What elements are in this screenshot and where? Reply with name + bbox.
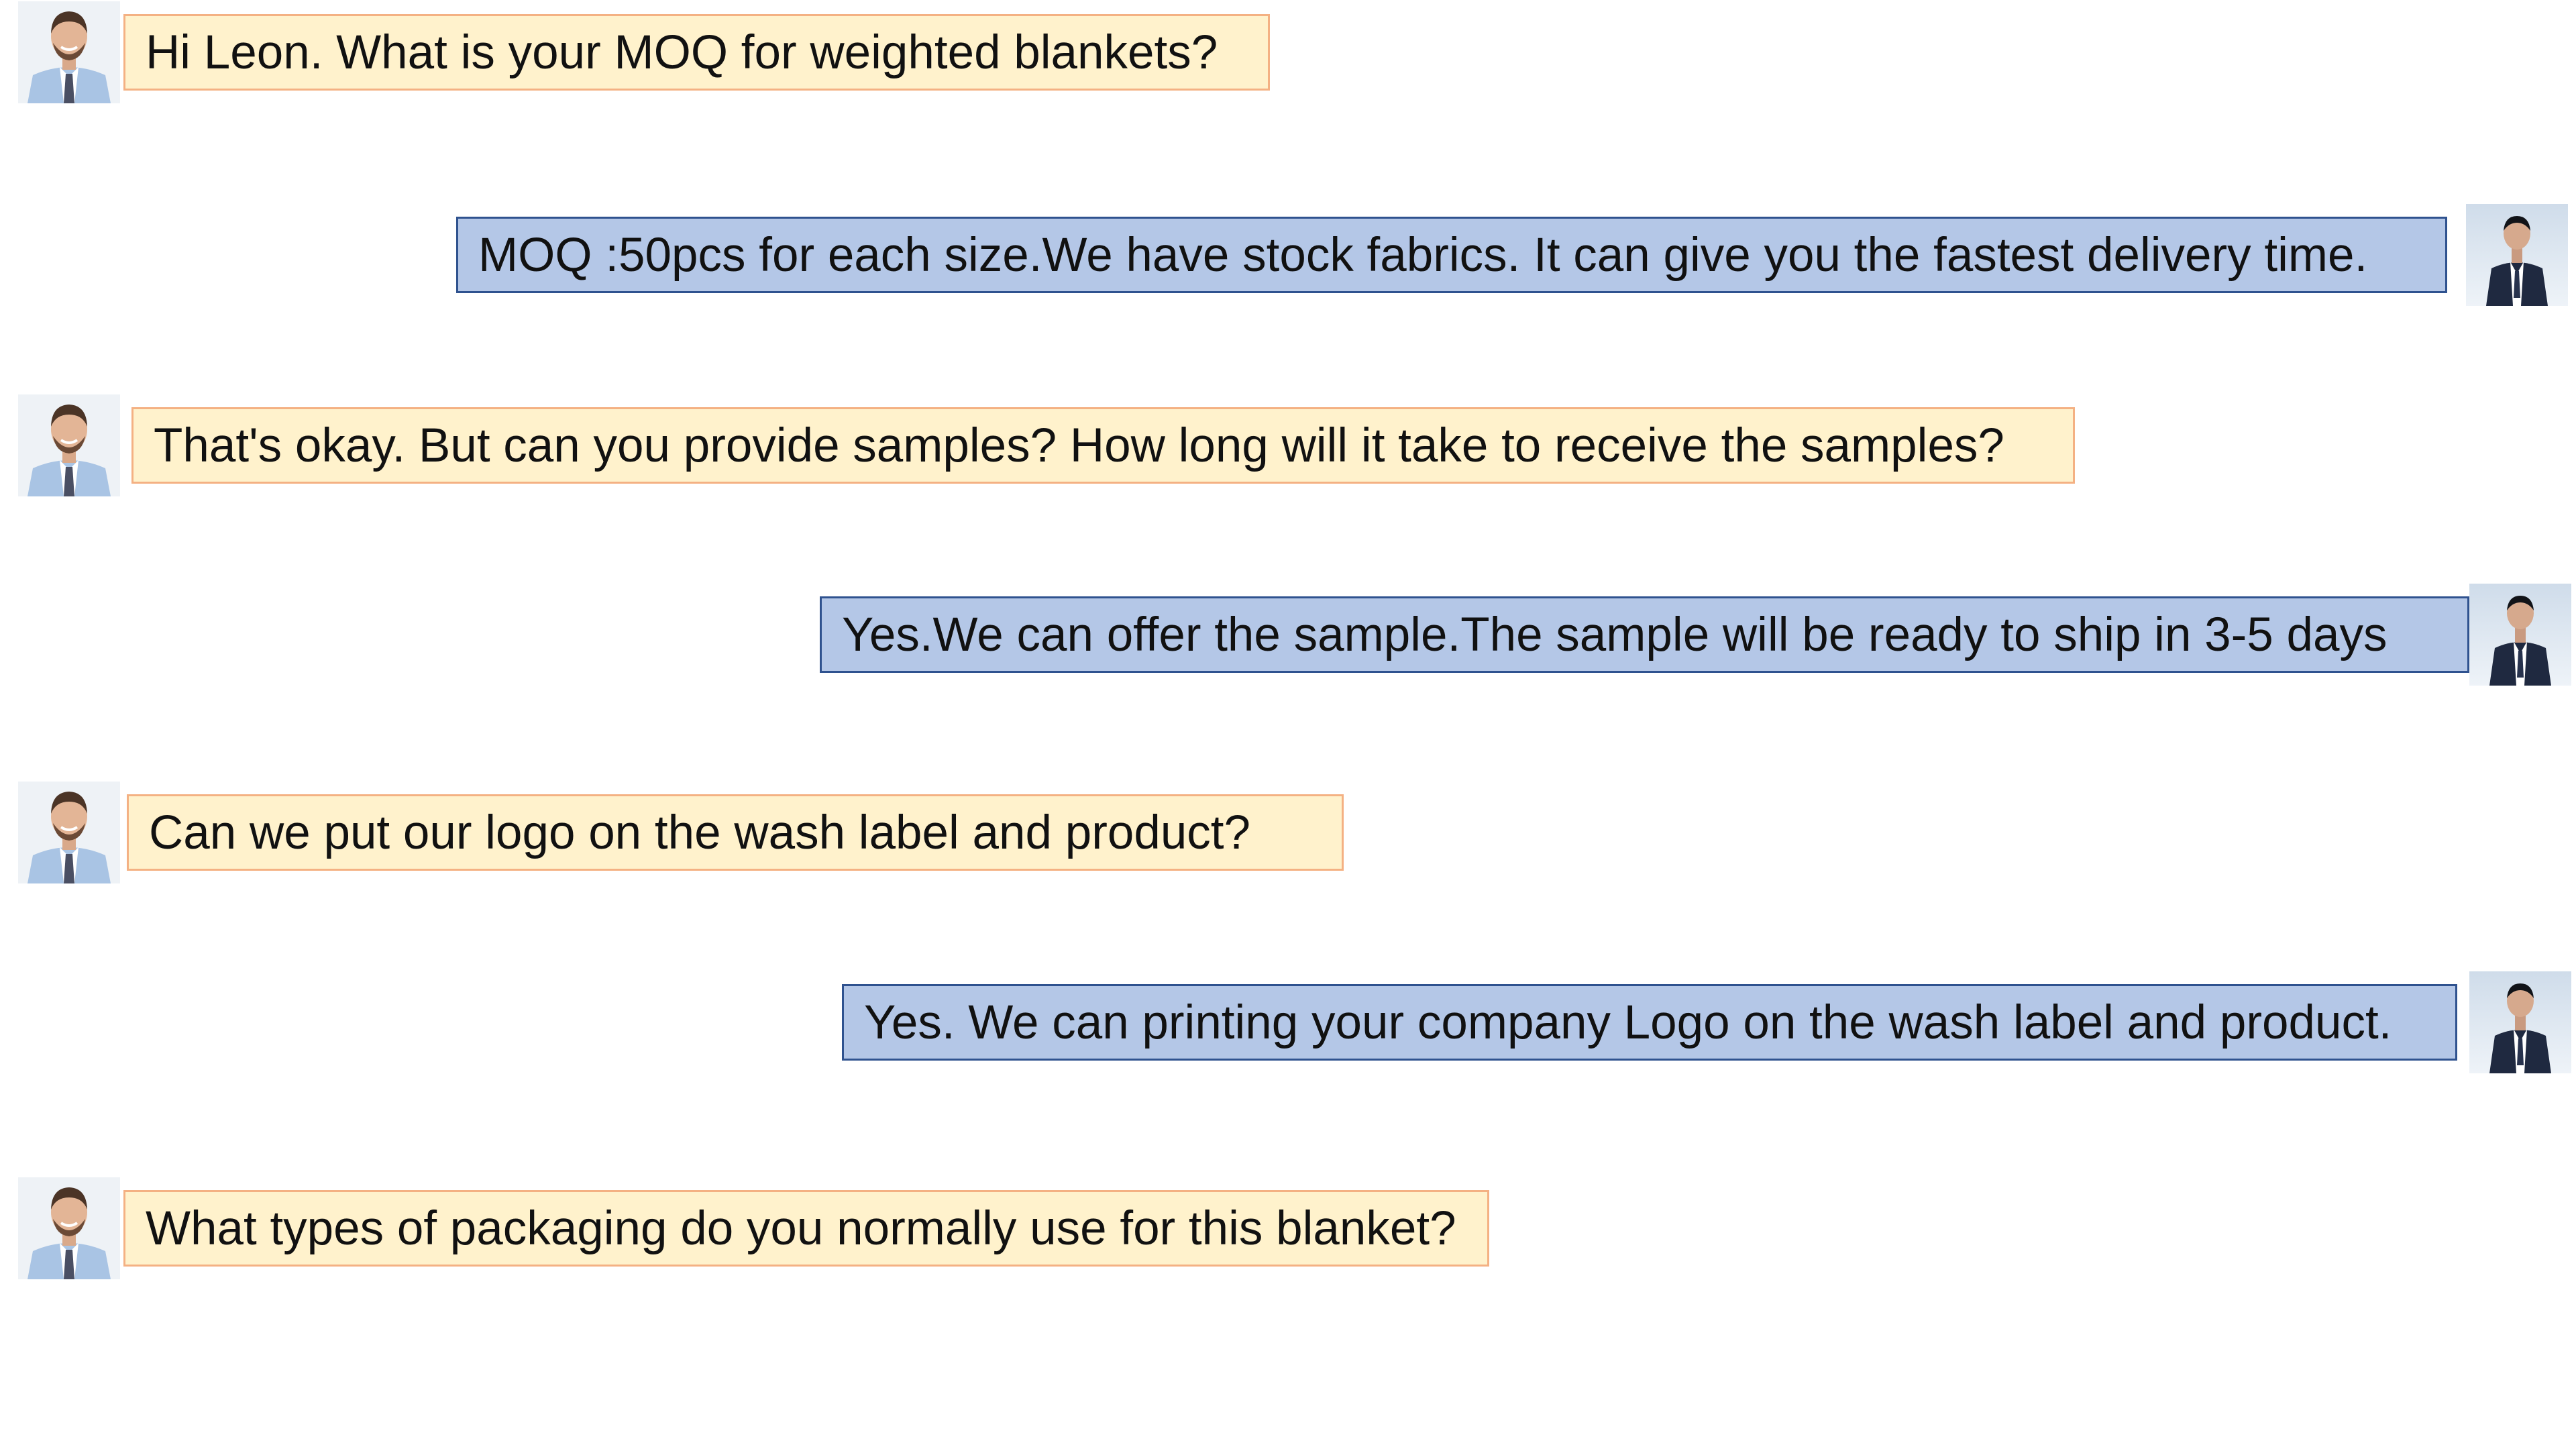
seller-message-bubble: Yes. We can printing your company Logo o…	[842, 984, 2457, 1061]
seller-avatar-icon	[2469, 971, 2571, 1073]
customer-avatar-icon	[18, 1177, 120, 1279]
message-text: MOQ :50pcs for each size.We have stock f…	[478, 228, 2368, 282]
message-text: That's okay. But can you provide samples…	[154, 419, 2004, 472]
customer-message-bubble: That's okay. But can you provide samples…	[131, 407, 2075, 484]
message-text: Yes. We can printing your company Logo o…	[864, 996, 2392, 1049]
message-row-customer: That's okay. But can you provide samples…	[0, 394, 2576, 496]
message-row-seller: Yes. We can printing your company Logo o…	[0, 971, 2576, 1073]
customer-avatar-icon	[18, 1, 120, 103]
message-row-customer: Can we put our logo on the wash label an…	[0, 782, 2576, 883]
customer-message-bubble: Can we put our logo on the wash label an…	[127, 794, 1344, 871]
message-row-customer: Hi Leon. What is your MOQ for weighted b…	[0, 1, 2576, 103]
customer-message-bubble: Hi Leon. What is your MOQ for weighted b…	[123, 14, 1270, 91]
message-text: Yes.We can offer the sample.The sample w…	[842, 608, 2387, 661]
message-row-seller: Yes.We can offer the sample.The sample w…	[0, 584, 2576, 686]
seller-avatar-icon	[2466, 204, 2568, 306]
message-text: Hi Leon. What is your MOQ for weighted b…	[146, 25, 1218, 79]
seller-message-bubble: Yes.We can offer the sample.The sample w…	[820, 596, 2469, 673]
customer-avatar-icon	[18, 782, 120, 883]
message-row-customer: What types of packaging do you normally …	[0, 1177, 2576, 1279]
customer-message-bubble: What types of packaging do you normally …	[123, 1190, 1489, 1267]
message-text: What types of packaging do you normally …	[146, 1201, 1456, 1255]
seller-avatar-icon	[2469, 584, 2571, 686]
customer-avatar-icon	[18, 394, 120, 496]
message-row-seller: MOQ :50pcs for each size.We have stock f…	[0, 204, 2576, 306]
seller-message-bubble: MOQ :50pcs for each size.We have stock f…	[456, 217, 2447, 293]
message-text: Can we put our logo on the wash label an…	[149, 806, 1251, 859]
